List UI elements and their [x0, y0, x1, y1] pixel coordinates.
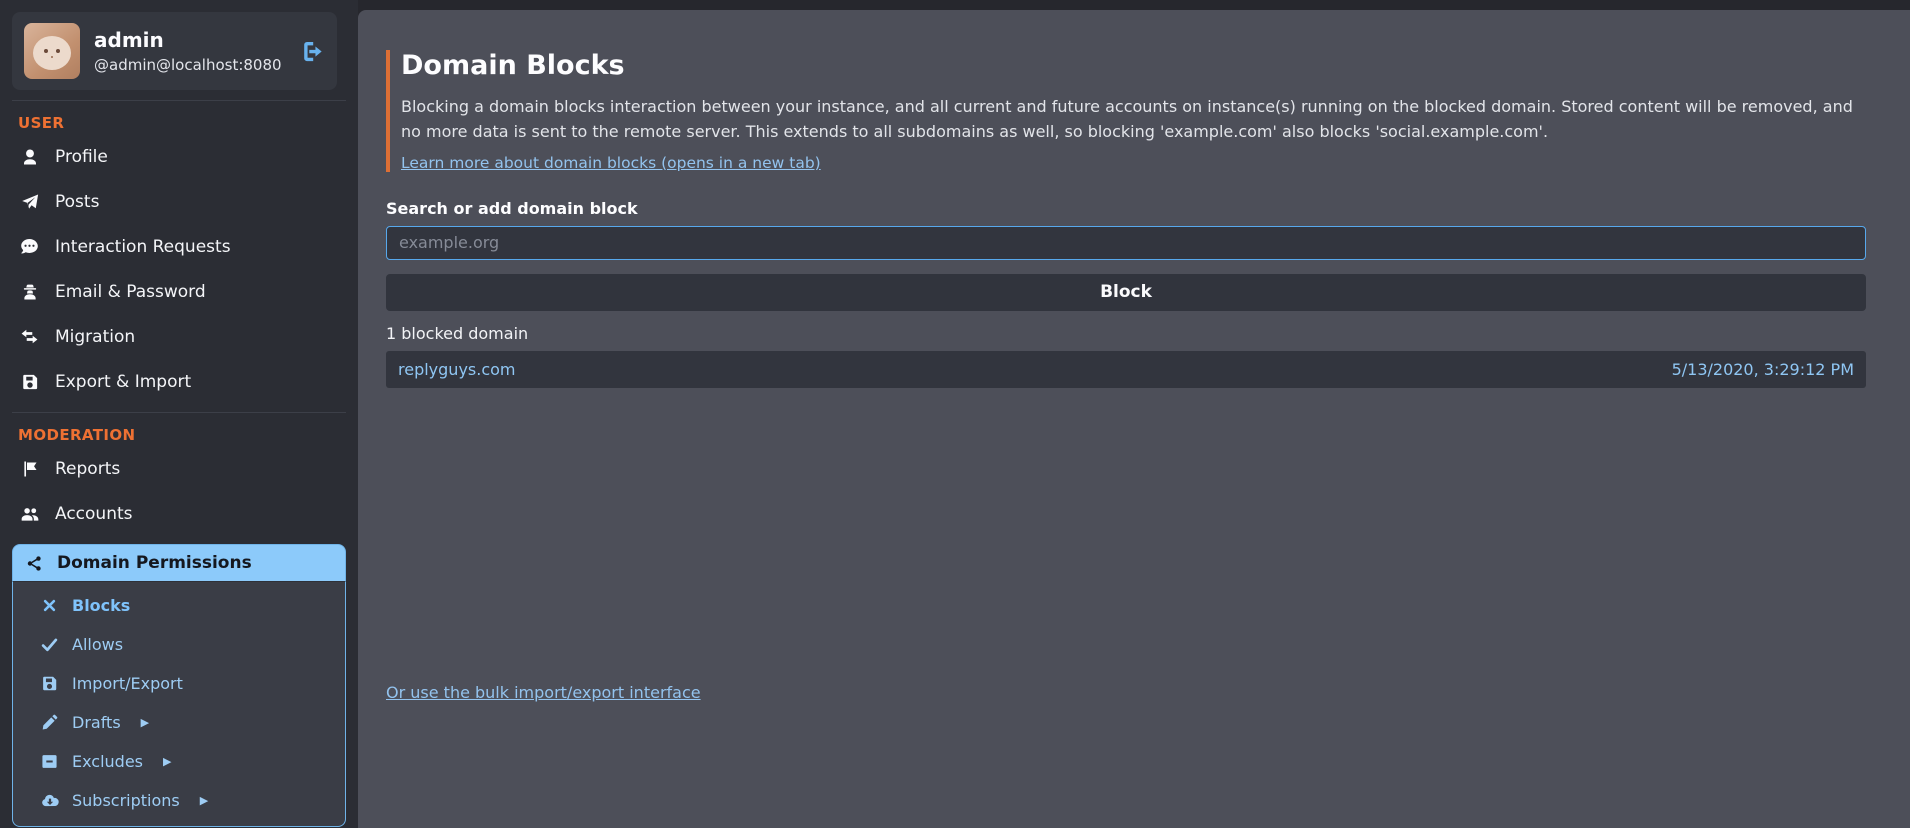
main-panel: Domain Blocks Blocking a domain blocks i… [358, 10, 1910, 828]
domain-permissions-category: Domain Permissions Blocks Allows Import/… [12, 544, 346, 827]
block-button[interactable]: Block [386, 274, 1866, 311]
sidebar-item-accounts[interactable]: Accounts [0, 491, 358, 536]
sidebar-item-drafts[interactable]: Drafts ▶ [13, 703, 345, 742]
domain-permissions-submenu: Blocks Allows Import/Export Drafts ▶ [12, 581, 346, 827]
section-label-user: USER [18, 114, 358, 132]
sidebar-item-label: Email & Password [55, 282, 206, 302]
pencil-icon [40, 714, 59, 731]
sidebar-item-migration[interactable]: Migration [0, 314, 358, 359]
caret-right-icon: ▶ [200, 794, 208, 807]
sidebar-item-label: Export & Import [55, 372, 191, 392]
sidebar: admin @admin@localhost:8080 USER Profile… [0, 0, 358, 828]
square-minus-icon [40, 753, 59, 770]
sidebar-item-label: Drafts [72, 713, 121, 732]
page-description: Blocking a domain blocks interaction bet… [401, 95, 1866, 145]
user-handle: @admin@localhost:8080 [94, 56, 282, 75]
sidebar-item-import-export[interactable]: Import/Export [13, 664, 345, 703]
sidebar-item-label: Profile [55, 147, 108, 167]
search-label: Search or add domain block [386, 199, 1866, 218]
sidebar-item-label: Accounts [55, 504, 133, 524]
user-name: admin [94, 28, 282, 53]
sidebar-item-reports[interactable]: Reports [0, 446, 358, 491]
floppy-disk-icon [40, 675, 59, 692]
sidebar-divider [12, 100, 346, 101]
sidebar-item-blocks[interactable]: Blocks [13, 586, 345, 625]
paper-plane-icon [19, 193, 40, 211]
sidebar-item-label: Subscriptions [72, 791, 180, 810]
blocked-domain-date: 5/13/2020, 3:29:12 PM [1672, 360, 1854, 379]
flag-icon [19, 460, 40, 478]
sidebar-item-label: Excludes [72, 752, 143, 771]
users-icon [19, 504, 40, 524]
learn-more-link[interactable]: Learn more about domain blocks (opens in… [401, 154, 821, 172]
sidebar-item-label: Migration [55, 327, 135, 347]
sidebar-item-label: Reports [55, 459, 120, 479]
sidebar-item-posts[interactable]: Posts [0, 179, 358, 224]
caret-right-icon: ▶ [141, 716, 149, 729]
sidebar-item-label: Import/Export [72, 674, 183, 693]
sidebar-item-domain-permissions[interactable]: Domain Permissions [12, 544, 346, 581]
floppy-disk-icon [19, 373, 40, 391]
xmark-icon [40, 598, 59, 613]
user-icon [19, 148, 40, 166]
sidebar-item-allows[interactable]: Allows [13, 625, 345, 664]
sidebar-item-label: Allows [72, 635, 123, 654]
caret-right-icon: ▶ [163, 755, 171, 768]
blocked-domain-link[interactable]: replyguys.com [398, 360, 516, 379]
section-label-moderation: MODERATION [18, 426, 358, 444]
page-intro: Domain Blocks Blocking a domain blocks i… [386, 50, 1866, 172]
cloud-arrow-down-icon [40, 792, 59, 810]
sidebar-item-export-import[interactable]: Export & Import [0, 359, 358, 404]
blocked-domain-row[interactable]: replyguys.com 5/13/2020, 3:29:12 PM [386, 351, 1866, 388]
user-secret-icon [19, 283, 40, 301]
sidebar-item-label: Domain Permissions [57, 553, 252, 573]
sidebar-item-label: Blocks [72, 596, 130, 615]
right-left-arrows-icon [19, 327, 40, 346]
comment-dots-icon [19, 237, 40, 256]
sidebar-item-profile[interactable]: Profile [0, 134, 358, 179]
share-nodes-icon [24, 555, 44, 572]
user-info: admin @admin@localhost:8080 [94, 28, 282, 75]
blocked-count: 1 blocked domain [386, 324, 1866, 343]
bulk-import-export-link[interactable]: Or use the bulk import/export interface [386, 683, 701, 702]
sidebar-item-email-password[interactable]: Email & Password [0, 269, 358, 314]
avatar [24, 23, 80, 79]
sidebar-item-subscriptions[interactable]: Subscriptions ▶ [13, 781, 345, 820]
user-card[interactable]: admin @admin@localhost:8080 [12, 12, 337, 90]
sidebar-item-label: Interaction Requests [55, 237, 231, 257]
domain-search-input[interactable] [386, 226, 1866, 260]
check-icon [40, 636, 59, 653]
sidebar-item-excludes[interactable]: Excludes ▶ [13, 742, 345, 781]
sign-out-icon[interactable] [298, 38, 325, 65]
sidebar-item-interaction-requests[interactable]: Interaction Requests [0, 224, 358, 269]
sidebar-item-label: Posts [55, 192, 99, 212]
page-title: Domain Blocks [401, 50, 1866, 81]
sidebar-divider [12, 412, 346, 413]
